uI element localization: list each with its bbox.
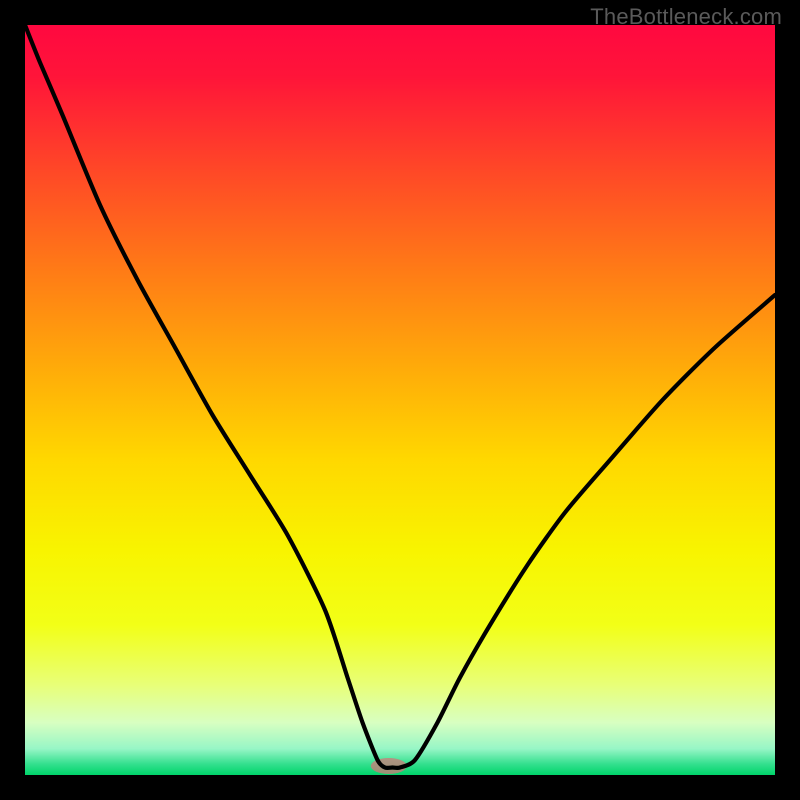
chart-frame: TheBottleneck.com	[0, 0, 800, 800]
bottleneck-chart-svg	[25, 25, 775, 775]
plot-area	[25, 25, 775, 775]
watermark-text: TheBottleneck.com	[590, 4, 782, 30]
